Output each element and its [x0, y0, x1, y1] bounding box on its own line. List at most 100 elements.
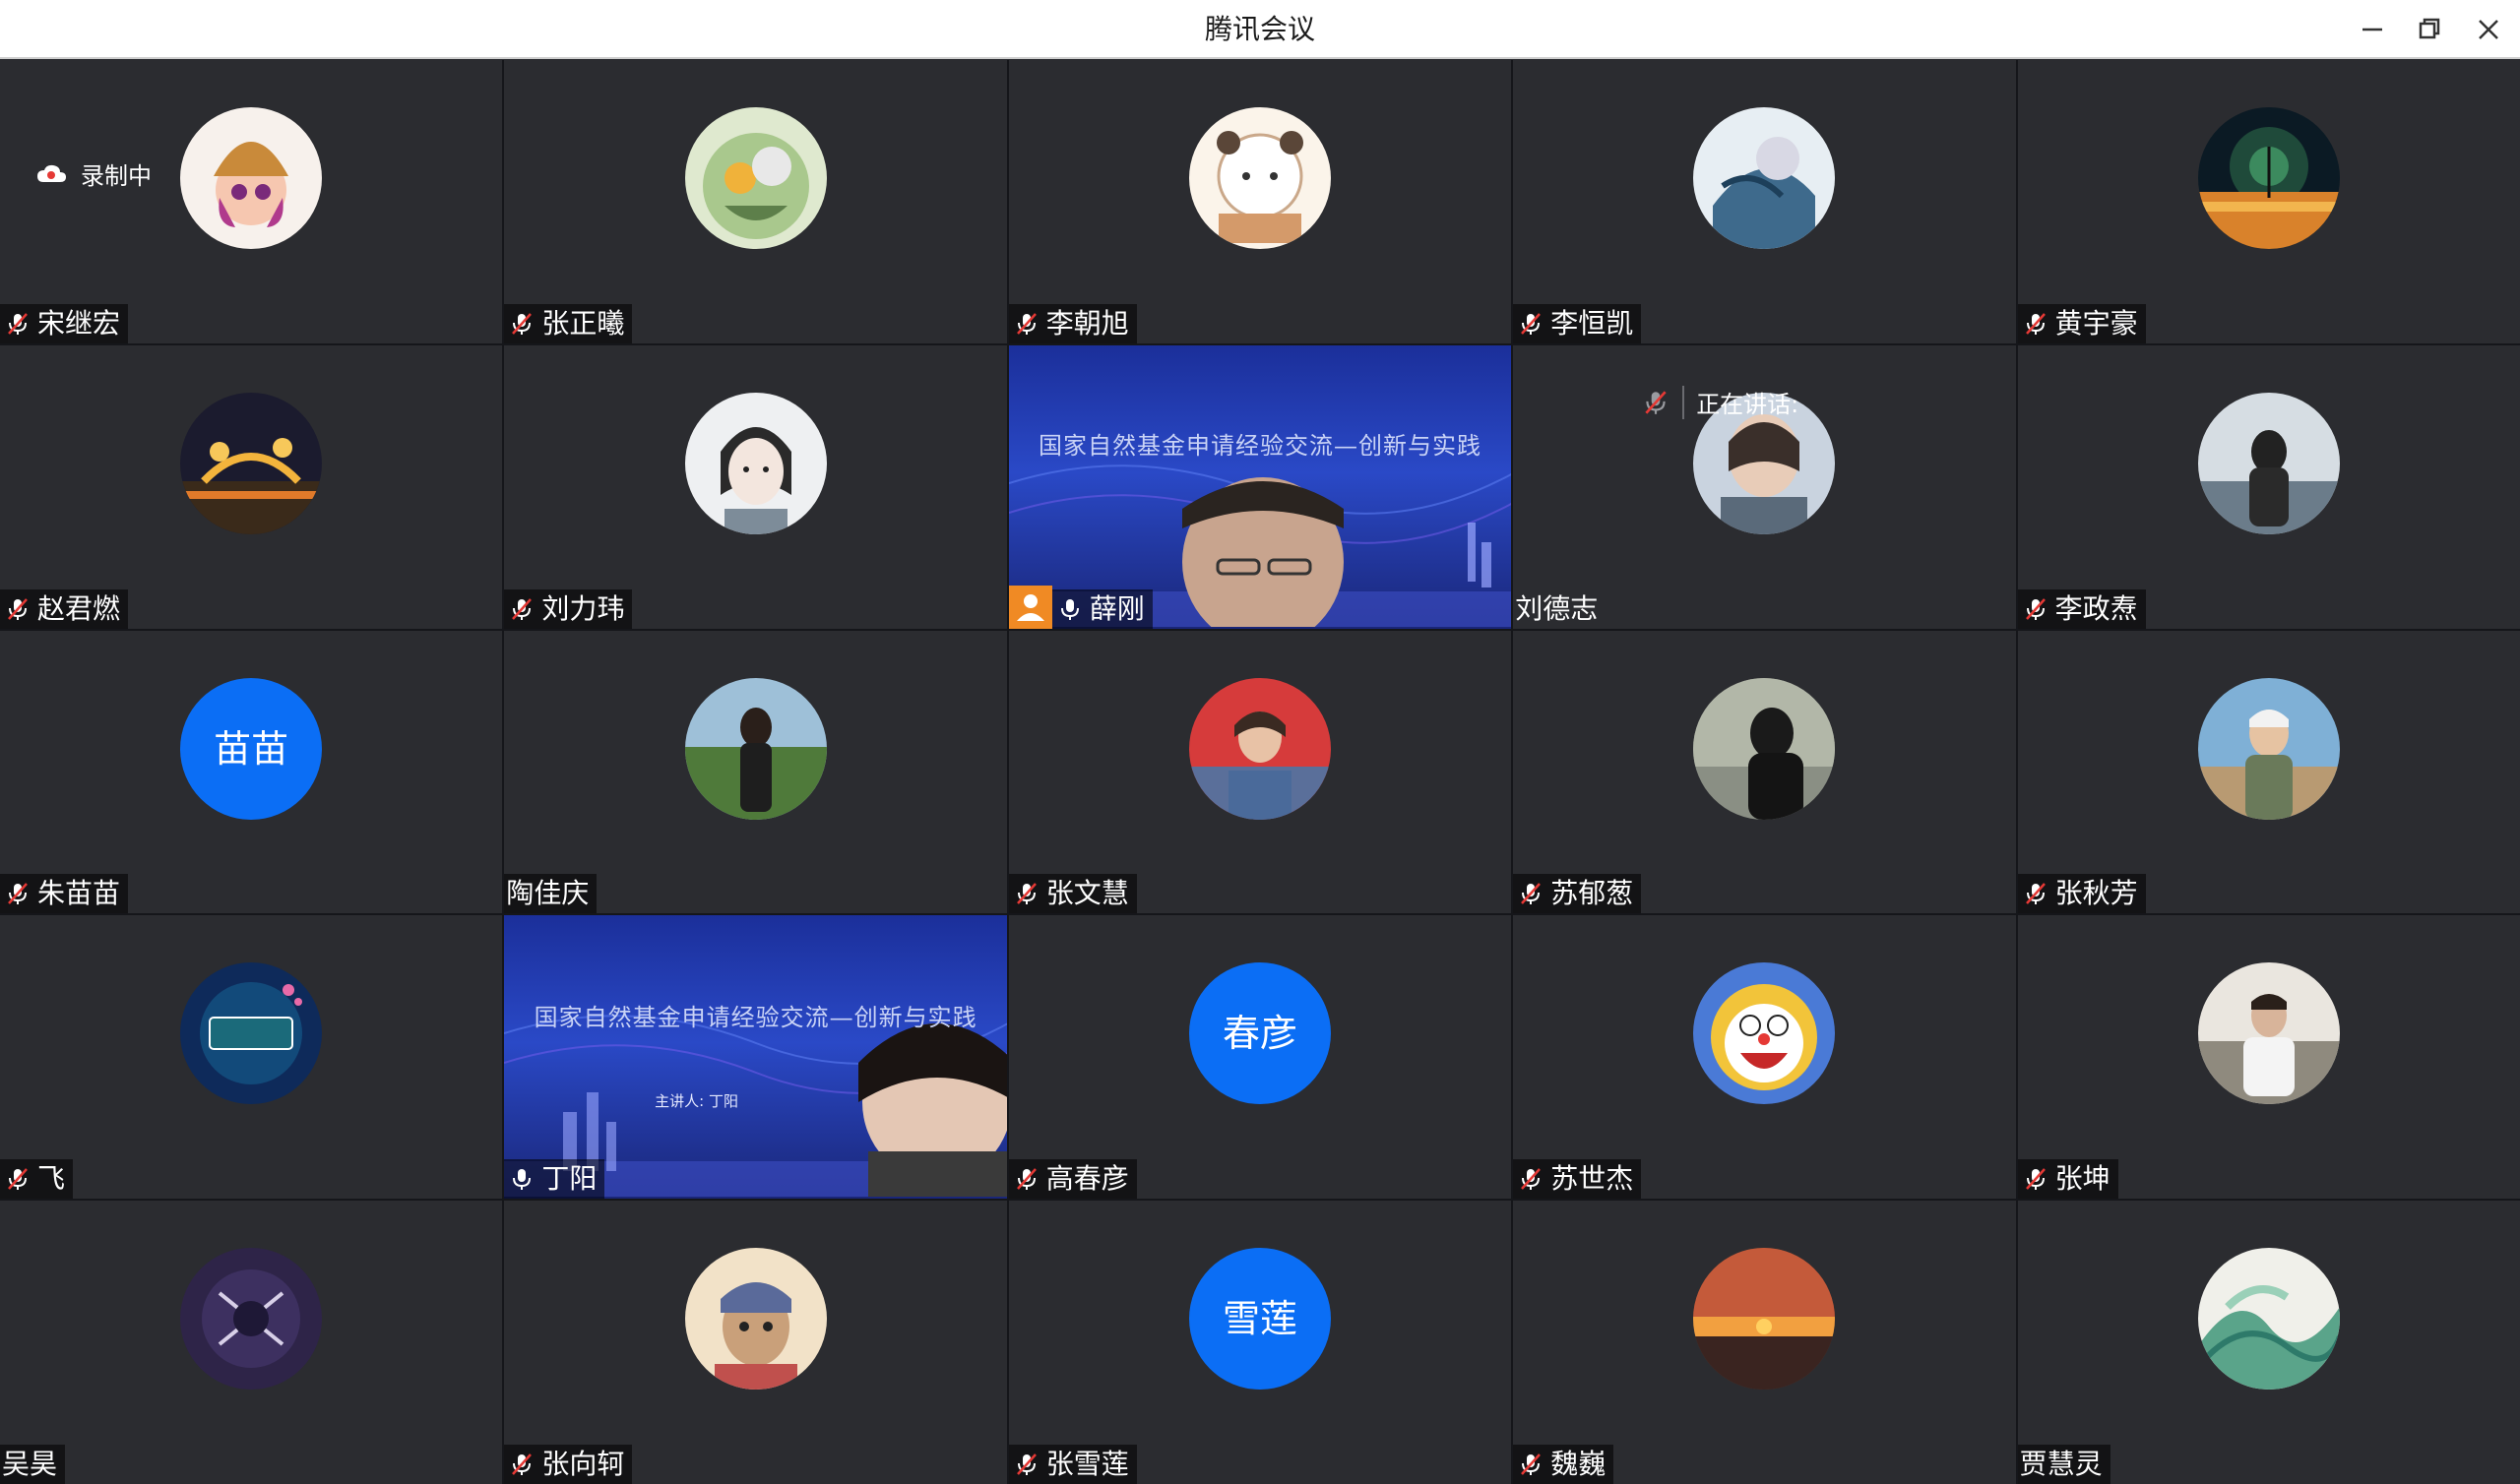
avatar	[2197, 962, 2340, 1105]
participant-name: 薛刚	[1089, 591, 1145, 625]
slide-title: 国家自然基金申请经验交流—创新与实践	[1038, 431, 1481, 460]
participant-tile[interactable]: 雪莲 张雪莲	[1008, 1201, 1512, 1484]
participant-name-tag: 张坤	[2017, 1159, 2118, 1200]
mic-on-icon	[513, 1169, 532, 1191]
window-title: 腾讯会议	[1204, 13, 1315, 45]
participant-tile[interactable]: 苏郁葱	[1513, 630, 2016, 914]
avatar	[684, 1248, 827, 1391]
minimize-button[interactable]	[2353, 10, 2392, 49]
participant-tile[interactable]: 张向轲	[504, 1201, 1007, 1484]
close-button[interactable]	[2469, 10, 2508, 49]
participant-name: 朱苗苗	[37, 877, 121, 910]
mic-muted-icon	[2025, 883, 2046, 905]
participant-name: 张向轲	[541, 1447, 625, 1480]
participant-name: 魏巍	[1550, 1447, 1606, 1480]
participant-tile[interactable]: 李政焘	[2017, 344, 2520, 629]
participant-tile[interactable]: 录制中 宋继宏	[0, 60, 503, 343]
participant-name-tag: 丁阳	[504, 1159, 605, 1200]
avatar	[2197, 677, 2340, 820]
participant-name: 李政焘	[2054, 591, 2138, 625]
avatar	[1693, 107, 1836, 249]
participant-tile[interactable]: 飞	[0, 915, 503, 1200]
host-icon	[1016, 593, 1044, 621]
close-icon	[2479, 20, 2498, 39]
participant-tile[interactable]: 黄宇豪	[2017, 60, 2520, 343]
mic-muted-icon	[1645, 391, 1667, 414]
participant-tile[interactable]: 刘力玮	[504, 344, 1007, 629]
participant-name-tag: 朱苗苗	[0, 874, 129, 914]
participant-name: 吴昊	[2, 1447, 58, 1480]
participant-name-tag: 苏郁葱	[1513, 874, 1642, 914]
participant-name-tag: 薛刚	[1051, 588, 1153, 629]
participant-tile-video[interactable]: 国家自然基金申请经验交流—创新与实践 主讲人: 丁阳 丁阳	[504, 915, 1007, 1200]
avatar	[180, 107, 323, 249]
avatar	[1188, 677, 1331, 820]
participant-tile-video[interactable]: 国家自然基金申请经验交流—创新与实践 薛刚	[1008, 344, 1512, 629]
host-badge	[1008, 585, 1052, 629]
participant-name-tag: 张正曦	[504, 303, 633, 343]
participant-name-tag: 陶佳庆	[504, 874, 598, 914]
text-avatar: 春彦	[1188, 962, 1331, 1105]
divider	[1682, 385, 1685, 419]
slide-subtitle: 主讲人: 丁阳	[655, 1092, 738, 1111]
participant-tile[interactable]: 张正曦	[504, 60, 1007, 343]
speaking-label: 正在讲话:	[1696, 391, 1799, 419]
slide-title: 国家自然基金申请经验交流—创新与实践	[534, 1004, 977, 1032]
mic-muted-icon	[8, 597, 28, 620]
participant-tile[interactable]: 吴昊	[0, 1201, 503, 1484]
participant-name-tag: 张文慧	[1008, 874, 1137, 914]
mic-muted-icon	[8, 883, 28, 905]
mic-muted-icon	[1016, 883, 1037, 905]
mic-muted-icon	[8, 312, 28, 335]
participant-name-tag: 刘力玮	[504, 588, 633, 629]
mic-muted-icon	[2025, 312, 2046, 335]
participant-name: 张秋芳	[2054, 877, 2138, 910]
participant-tile[interactable]: 李恒凯	[1513, 60, 2016, 343]
cloud-record-icon	[37, 164, 66, 182]
participant-tile[interactable]: 贾慧灵	[2017, 1201, 2520, 1484]
text-avatar: 雪莲	[1188, 1248, 1331, 1391]
participant-name: 李朝旭	[1045, 306, 1129, 340]
participant-name: 赵君燃	[37, 591, 121, 625]
participant-name-tag: 高春彦	[1008, 1159, 1137, 1200]
participant-tile[interactable]: 赵君燃	[0, 344, 503, 629]
participant-tile[interactable]: 苗苗 朱苗苗	[0, 630, 503, 914]
video-feed: 国家自然基金申请经验交流—创新与实践 主讲人: 丁阳	[504, 915, 1007, 1200]
participant-tile[interactable]: 张文慧	[1008, 630, 1512, 914]
avatar	[1693, 677, 1836, 820]
avatar	[180, 962, 323, 1105]
minimize-icon	[2362, 28, 2382, 31]
video-background	[1008, 464, 1512, 627]
participant-tile[interactable]: 苏世杰	[1513, 915, 2016, 1200]
participant-tile[interactable]: 张坤	[2017, 915, 2520, 1200]
participant-tile[interactable]: 正在讲话: 刘德志	[1513, 344, 2016, 629]
participant-name-tag: 李政焘	[2017, 588, 2146, 629]
participant-name-tag: 苏世杰	[1513, 1159, 1642, 1200]
mic-muted-icon	[1016, 1168, 1037, 1191]
mic-muted-icon	[1521, 312, 1542, 335]
participant-name: 苏郁葱	[1550, 877, 1634, 910]
participant-tile[interactable]: 张秋芳	[2017, 630, 2520, 914]
title-bar: 腾讯会议	[0, 0, 2520, 59]
participant-name: 飞	[37, 1162, 66, 1196]
participant-tile[interactable]: 魏巍	[1513, 1201, 2016, 1484]
mic-muted-icon	[1016, 1453, 1037, 1475]
participant-grid: 录制中 宋继宏 张正曦 李朝旭 李恒凯 黄宇豪 赵君燃 刘力玮 国家自然基金申请…	[0, 60, 2520, 1484]
participant-name: 丁阳	[541, 1162, 598, 1196]
participant-tile[interactable]: 李朝旭	[1008, 60, 1512, 343]
participant-name-tag: 李朝旭	[1008, 303, 1137, 343]
mic-muted-icon	[2025, 1168, 2046, 1191]
participant-name-tag: 刘德志	[1513, 589, 1606, 629]
speaking-indicator: 正在讲话:	[1641, 383, 1798, 422]
participant-tile[interactable]: 陶佳庆	[504, 630, 1007, 914]
avatar	[1188, 107, 1331, 249]
avatar	[1693, 1248, 1836, 1391]
mic-muted-icon	[8, 1168, 28, 1191]
participant-name: 苏世杰	[1550, 1162, 1634, 1196]
participant-tile[interactable]: 春彦 高春彦	[1008, 915, 1512, 1200]
participant-name-tag: 贾慧灵	[2017, 1444, 2110, 1484]
participant-name-tag: 李恒凯	[1513, 303, 1642, 343]
restore-button[interactable]	[2410, 10, 2449, 49]
participant-name: 张坤	[2054, 1162, 2110, 1196]
video-feed: 国家自然基金申请经验交流—创新与实践	[1008, 344, 1512, 629]
